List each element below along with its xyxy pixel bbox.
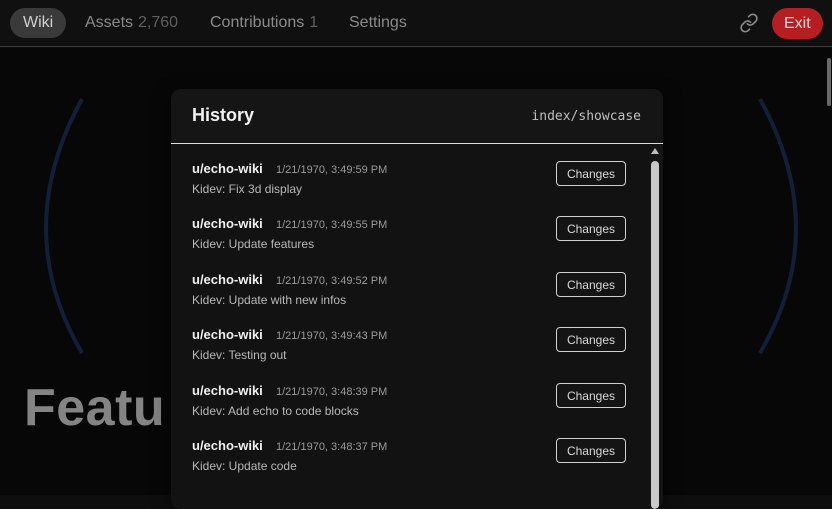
- page-scrollbar[interactable]: [827, 58, 831, 106]
- changes-button[interactable]: Changes: [556, 272, 626, 297]
- changes-button[interactable]: Changes: [556, 438, 626, 463]
- history-modal: History index/showcase u/echo-wiki 1/21/…: [171, 89, 663, 509]
- entry-message: Kidev: Update features: [192, 237, 315, 251]
- history-entry: u/echo-wiki 1/21/1970, 3:49:43 PM Kidev:…: [171, 311, 649, 366]
- entry-user[interactable]: u/echo-wiki: [192, 383, 263, 398]
- nav-tab-assets-label: Assets: [85, 14, 134, 31]
- history-entry: u/echo-wiki 1/21/1970, 3:49:52 PM Kidev:…: [171, 256, 649, 311]
- entry-user[interactable]: u/echo-wiki: [192, 327, 263, 342]
- changes-button[interactable]: Changes: [556, 216, 626, 241]
- history-entry: u/echo-wiki 1/21/1970, 3:48:37 PM Kidev:…: [171, 422, 649, 477]
- modal-title: History: [192, 105, 255, 125]
- assets-count: 2,760: [138, 14, 179, 31]
- entry-message: Kidev: Update code: [192, 459, 297, 473]
- nav-tab-contributions[interactable]: Contributions 1: [210, 8, 318, 38]
- page-path: index/showcase: [531, 109, 641, 124]
- nav-tab-settings[interactable]: Settings: [349, 8, 407, 38]
- entry-message: Kidev: Testing out: [192, 348, 287, 362]
- changes-button[interactable]: Changes: [556, 327, 626, 352]
- history-entry: u/echo-wiki 1/21/1970, 3:48:39 PM Kidev:…: [171, 367, 649, 422]
- entry-message: Kidev: Add echo to code blocks: [192, 404, 359, 418]
- contributions-count: 1: [309, 14, 319, 31]
- history-scrollbar-thumb[interactable]: [651, 161, 659, 509]
- entry-timestamp: 1/21/1970, 3:49:52 PM: [276, 275, 388, 287]
- link-icon[interactable]: [739, 13, 759, 33]
- nav-tab-assets[interactable]: Assets 2,760: [85, 8, 178, 38]
- entry-timestamp: 1/21/1970, 3:49:43 PM: [276, 330, 388, 342]
- modal-header: History index/showcase: [171, 89, 663, 144]
- entry-timestamp: 1/21/1970, 3:48:39 PM: [276, 386, 388, 398]
- entry-user[interactable]: u/echo-wiki: [192, 272, 263, 287]
- nav-tab-contributions-label: Contributions: [210, 14, 305, 31]
- entry-timestamp: 1/21/1970, 3:48:37 PM: [276, 441, 388, 453]
- entry-message: Kidev: Fix 3d display: [192, 182, 303, 196]
- entry-user[interactable]: u/echo-wiki: [192, 216, 263, 231]
- history-entry: u/echo-wiki 1/21/1970, 3:49:55 PM Kidev:…: [171, 200, 649, 255]
- nav-tab-wiki[interactable]: Wiki: [10, 8, 67, 38]
- history-entry: u/echo-wiki 1/21/1970, 3:49:59 PM Kidev:…: [171, 145, 649, 200]
- entry-timestamp: 1/21/1970, 3:49:55 PM: [276, 219, 388, 231]
- entry-timestamp: 1/21/1970, 3:49:59 PM: [276, 164, 388, 176]
- exit-button[interactable]: Exit: [772, 8, 823, 39]
- scroll-up-arrow-icon[interactable]: [651, 148, 659, 154]
- nav-tab-settings-label: Settings: [349, 14, 407, 31]
- nav-tab-wiki-label: Wiki: [23, 14, 54, 31]
- changes-button[interactable]: Changes: [556, 161, 626, 186]
- entry-user[interactable]: u/echo-wiki: [192, 161, 263, 176]
- top-nav: Wiki Assets 2,760 Contributions 1 Settings…: [0, 0, 832, 47]
- changes-button[interactable]: Changes: [556, 383, 626, 408]
- entry-user[interactable]: u/echo-wiki: [192, 438, 263, 453]
- entry-message: Kidev: Update with new infos: [192, 293, 347, 307]
- history-list: u/echo-wiki 1/21/1970, 3:49:59 PM Kidev:…: [171, 145, 649, 505]
